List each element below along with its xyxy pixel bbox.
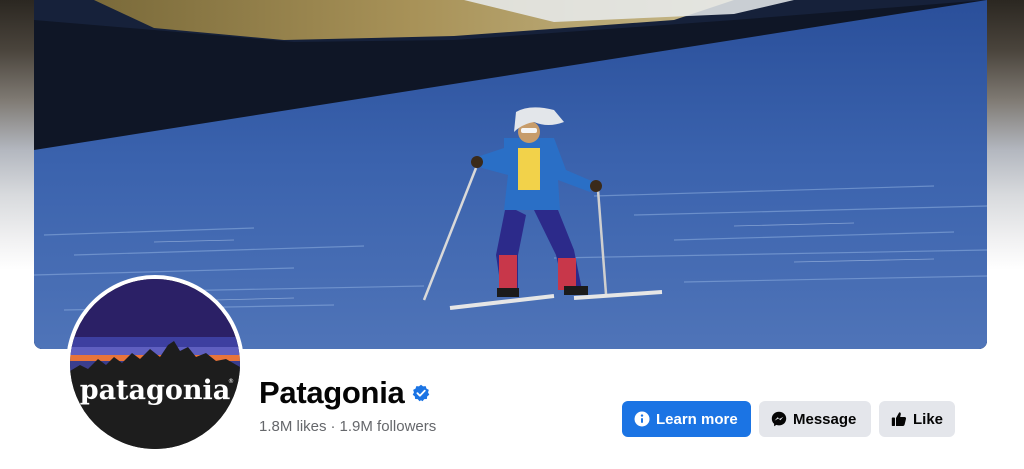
verified-badge-icon <box>413 384 430 402</box>
messenger-icon <box>771 411 787 427</box>
svg-text:®: ® <box>228 378 234 385</box>
followers-count[interactable]: 1.9M followers <box>340 418 437 435</box>
like-label: Like <box>912 410 943 428</box>
patagonia-logo: patagonia ® <box>70 279 240 449</box>
page-title[interactable]: Patagonia <box>259 375 405 411</box>
page-title-row: Patagonia <box>259 375 430 411</box>
info-icon <box>634 411 650 427</box>
message-label: Message <box>793 410 857 428</box>
profile-avatar[interactable]: patagonia ® <box>66 275 244 453</box>
page-stats: 1.8M likes · 1.9M followers <box>259 418 436 435</box>
learn-more-label: Learn more <box>656 410 738 428</box>
svg-text:patagonia: patagonia <box>80 375 231 406</box>
facebook-page-header: patagonia ® Patagonia 1.8M likes · 1.9M fo… <box>0 0 1024 469</box>
stats-separator: · <box>330 418 336 435</box>
likes-count[interactable]: 1.8M likes <box>259 418 327 435</box>
message-button[interactable]: Message <box>759 401 871 437</box>
like-button[interactable]: Like <box>879 401 955 437</box>
action-buttons: Learn more Message Like <box>622 401 955 437</box>
thumbs-up-icon <box>891 412 907 426</box>
patagonia-logo-icon: patagonia ® <box>70 279 240 449</box>
learn-more-button[interactable]: Learn more <box>622 401 751 437</box>
